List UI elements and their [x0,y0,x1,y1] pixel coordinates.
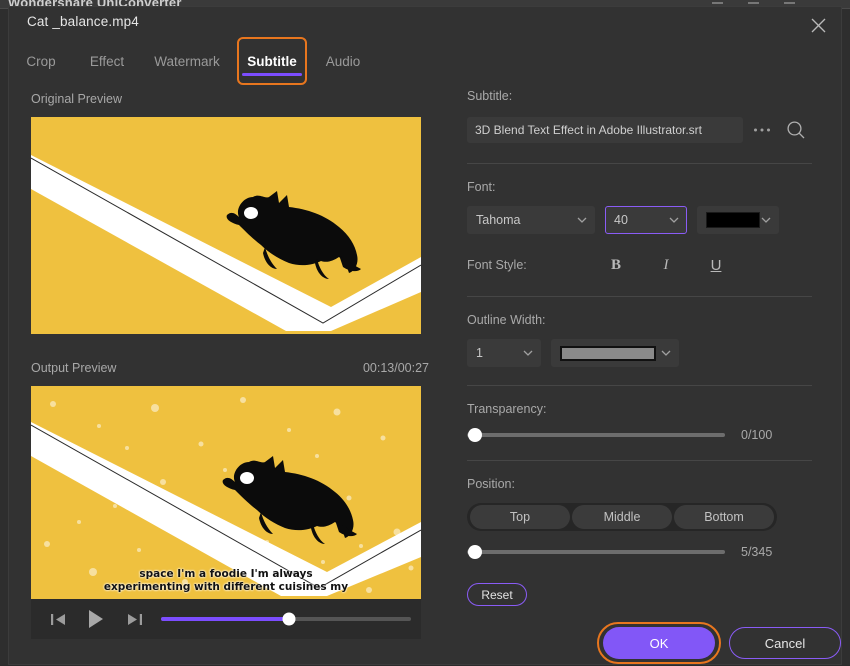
dialog-action-row: OK Cancel [467,622,827,666]
tab-label: Crop [26,54,55,69]
font-family-value: Tahoma [476,213,520,227]
transparency-slider-thumb[interactable] [468,428,482,442]
outline-width-value: 1 [476,346,483,360]
playback-progress-thumb[interactable] [282,613,295,626]
subtitle-line-2: experimenting with different cuisines my [59,581,393,594]
original-preview-video [31,117,421,334]
position-label: Position: [467,477,827,491]
underline-button[interactable]: U [703,252,729,278]
outline-color-select[interactable] [551,339,679,367]
settings-column: Subtitle: Font: Tahoma [467,89,827,666]
subtitle-line-1: space I'm a foodie I'm always [59,568,393,581]
divider [467,296,812,297]
font-color-select[interactable] [697,206,779,234]
outline-width-label: Outline Width: [467,313,827,327]
position-value: 5/345 [741,545,772,559]
subtitle-file-input[interactable] [467,117,743,143]
tab-label: Audio [326,54,361,69]
playback-progress-fill [161,617,289,621]
output-preview-video: space I'm a foodie I'm always experiment… [31,386,421,599]
italic-button[interactable]: I [653,252,679,278]
reset-row: Reset [467,583,827,606]
ellipsis-icon[interactable] [747,115,777,145]
close-icon[interactable] [801,11,835,39]
tab-label: Subtitle [247,54,297,69]
position-slider-row: 5/345 [467,545,827,559]
outline-row: 1 [467,339,827,367]
preview-timestamp: 00:13/00:27 [363,361,429,375]
step-back-icon[interactable] [43,604,73,634]
ok-button[interactable]: OK [603,627,715,659]
cat-silhouette [221,189,366,284]
cat-silhouette [217,454,362,549]
transparency-slider[interactable] [467,433,725,437]
tab-label: Effect [90,54,124,69]
position-option-bottom[interactable]: Bottom [674,505,774,529]
tab-watermark[interactable]: Watermark [145,39,229,83]
font-style-label: Font Style: [467,258,595,272]
font-color-swatch [706,212,760,228]
chevron-down-icon [669,217,679,223]
position-slider[interactable] [467,550,725,554]
chevron-down-icon [577,217,587,223]
font-family-select[interactable]: Tahoma [467,206,595,234]
tab-crop[interactable]: Crop [13,39,69,83]
step-forward-icon[interactable] [119,604,149,634]
tab-effect[interactable]: Effect [77,39,137,83]
position-segmented-control: Top Middle Bottom [467,503,777,531]
subtitle-text-overlay: space I'm a foodie I'm always experiment… [31,568,421,594]
output-preview-header: Output Preview 00:13/00:27 [31,358,441,386]
font-style-row: Font Style: B I U [467,252,827,278]
ok-button-focus-ring: OK [597,622,721,664]
position-option-middle[interactable]: Middle [572,505,672,529]
transparency-row: 0/100 [467,428,827,442]
transparency-value: 0/100 [741,428,772,442]
search-icon[interactable] [781,115,811,145]
divider [467,460,812,461]
active-tab-underline [242,73,302,76]
chevron-down-icon [523,350,533,356]
subtitle-section-label: Subtitle: [467,89,827,103]
font-section-label: Font: [467,180,827,194]
divider [467,163,812,164]
font-size-select[interactable]: 40 [605,206,687,234]
player-controls [31,599,421,639]
original-preview-header: Original Preview [31,89,441,117]
tab-label: Watermark [154,54,220,69]
play-icon[interactable] [81,604,111,634]
transparency-label: Transparency: [467,402,827,416]
reset-button[interactable]: Reset [467,583,527,606]
bold-button[interactable]: B [603,252,629,278]
playback-progress-slider[interactable] [161,617,411,621]
original-preview-label: Original Preview [31,92,122,106]
position-option-top[interactable]: Top [470,505,570,529]
tab-bar: Crop Effect Watermark Subtitle Audio [9,39,841,84]
outline-color-swatch [560,346,656,361]
chevron-down-icon [661,350,671,356]
chevron-down-icon [761,217,771,223]
cancel-button[interactable]: Cancel [729,627,841,659]
subtitle-editor-dialog: Cat _balance.mp4 Crop Effect Watermark S… [8,6,842,665]
subtitle-file-row [467,115,827,145]
position-slider-thumb[interactable] [468,545,482,559]
divider [467,385,812,386]
tab-subtitle[interactable]: Subtitle [237,37,307,85]
dialog-titlebar: Cat _balance.mp4 [9,7,841,39]
tab-audio[interactable]: Audio [315,39,371,83]
font-row: Tahoma 40 [467,206,827,234]
dialog-file-name: Cat _balance.mp4 [27,14,139,29]
preview-column: Original Preview Output Preview 00:13/00… [31,89,441,639]
outline-width-select[interactable]: 1 [467,339,541,367]
font-size-value: 40 [614,213,628,227]
output-preview-label: Output Preview [31,361,116,375]
